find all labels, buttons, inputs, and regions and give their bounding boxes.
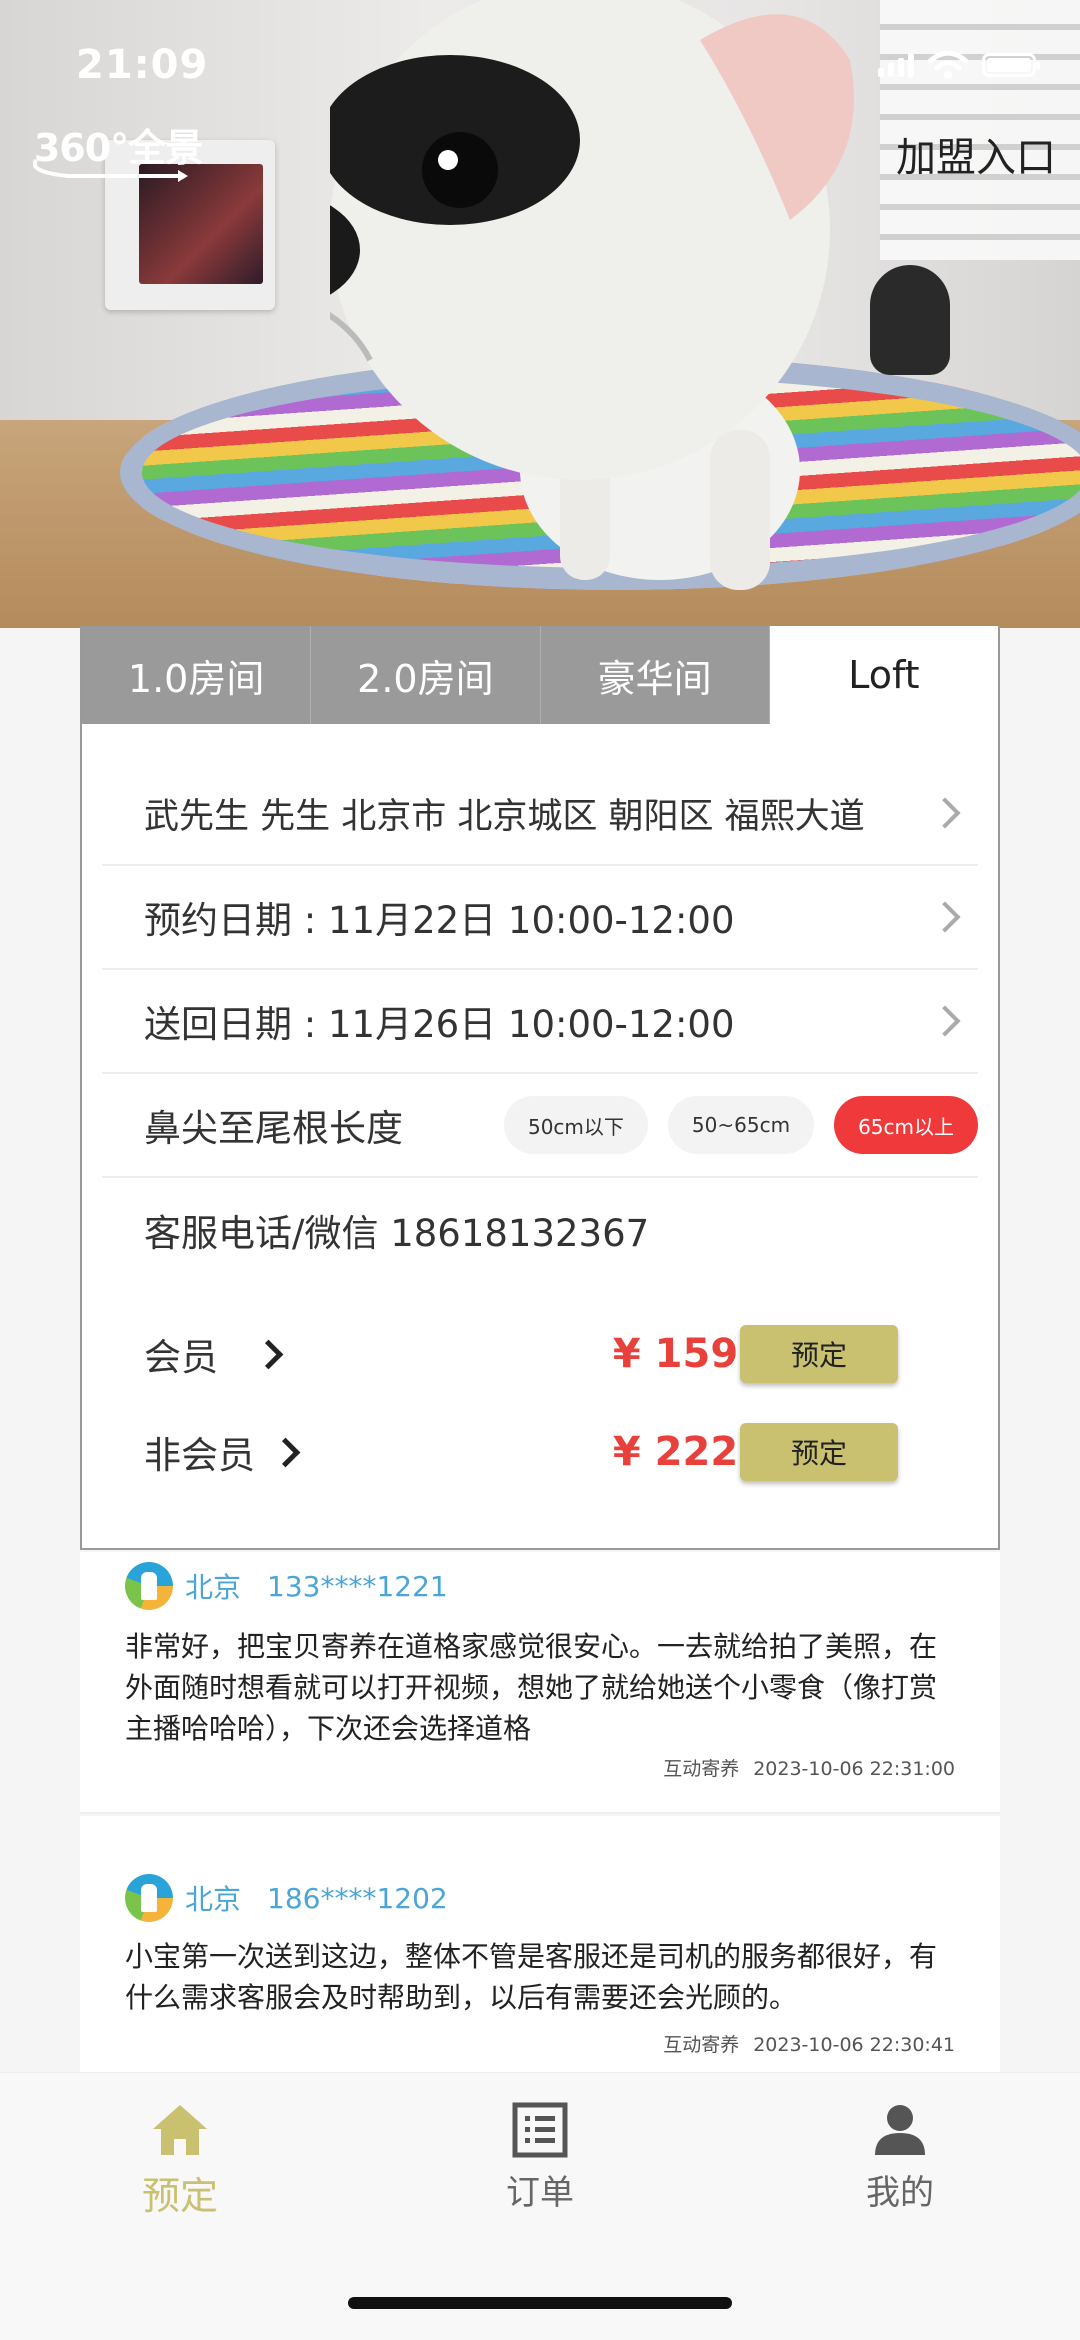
review-meta: 互动寄养 2023-10-06 22:30:41 bbox=[663, 2030, 955, 2057]
join-link[interactable]: 加盟入口 bbox=[896, 125, 1056, 183]
tab-room-1[interactable]: 1.0房间 bbox=[82, 626, 312, 724]
review-tag: 互动寄养 bbox=[663, 2034, 740, 2056]
tab-deluxe[interactable]: 豪华间 bbox=[540, 626, 770, 724]
pickup-date-row[interactable]: 预约日期 : 11月22日 10:00-12:00 bbox=[102, 866, 978, 970]
review-city: 北京 bbox=[185, 1883, 242, 1916]
review-header: 北京 186****1202 bbox=[125, 1874, 448, 1922]
address-text: 武先生 先生 北京市 北京城区 朝阳区 福熙大道 bbox=[144, 796, 865, 837]
review-card: 北京 133****1221 非常好，把宝贝寄养在道格家感觉很安心。一去就给拍了… bbox=[80, 1552, 1000, 1814]
non-member-price-row: 非会员 ¥ 2220 预定 bbox=[144, 1422, 944, 1482]
member-label: 会员 bbox=[144, 1336, 218, 1379]
tab-room-2[interactable]: 2.0房间 bbox=[311, 626, 541, 724]
tab-bar-orders-label: 订单 bbox=[506, 2173, 574, 2213]
hero-dog bbox=[330, 0, 854, 590]
tab-bar-book[interactable]: 预定 bbox=[80, 2101, 280, 2220]
home-icon bbox=[153, 2105, 207, 2155]
contact-text: 客服电话/微信 18618132367 bbox=[144, 1212, 650, 1255]
tab-bar-book-label: 预定 bbox=[141, 2174, 218, 2218]
length-row: 鼻尖至尾根长度 50cm以下 50~65cm 65cm以上 bbox=[102, 1074, 978, 1178]
chevron-right-icon bbox=[929, 797, 961, 829]
review-text: 非常好，把宝贝寄养在道格家感觉很安心。一去就给拍了美照，在外面随时想看就可以打开… bbox=[125, 1630, 938, 1745]
panorama-label: 360°全景 bbox=[33, 126, 203, 170]
person-icon bbox=[875, 2105, 925, 2155]
room-tabs: 1.0房间 2.0房间 豪华间 Loft bbox=[82, 626, 998, 724]
home-indicator bbox=[348, 2297, 732, 2309]
room-booking-card: 1.0房间 2.0房间 豪华间 Loft 武先生 先生 北京市 北京城区 朝阳区… bbox=[80, 626, 1000, 1550]
review-tag: 互动寄养 bbox=[663, 1758, 740, 1780]
tab-bar-mine-label: 我的 bbox=[866, 2173, 934, 2213]
length-option-50-65[interactable]: 50~65cm bbox=[667, 1096, 815, 1154]
length-options: 50cm以下 50~65cm 65cm以上 bbox=[503, 1096, 978, 1154]
avatar bbox=[125, 1562, 173, 1610]
tab-bar-orders[interactable]: 订单 bbox=[440, 2101, 640, 2214]
review-time: 2023-10-06 22:30:41 bbox=[753, 2034, 955, 2056]
status-icons bbox=[878, 50, 1040, 80]
panorama-button[interactable]: 360°全景 bbox=[28, 122, 208, 182]
avatar bbox=[125, 1874, 173, 1922]
status-time: 21:09 bbox=[76, 42, 209, 88]
return-date-row[interactable]: 送回日期 : 11月26日 10:00-12:00 bbox=[102, 970, 978, 1074]
return-date-text: 送回日期 : 11月26日 10:00-12:00 bbox=[144, 1003, 735, 1046]
review-user: 186****1202 bbox=[267, 1881, 448, 1915]
length-option-over-65[interactable]: 65cm以上 bbox=[834, 1096, 978, 1154]
length-option-under-50[interactable]: 50cm以下 bbox=[503, 1096, 648, 1154]
member-book-button[interactable]: 预定 bbox=[740, 1325, 898, 1383]
review-time: 2023-10-06 22:31:00 bbox=[753, 1758, 955, 1780]
non-member-label: 非会员 bbox=[144, 1434, 255, 1477]
contact-row: 客服电话/微信 18618132367 bbox=[102, 1178, 978, 1282]
review-user: 133****1221 bbox=[267, 1569, 448, 1603]
review-meta: 互动寄养 2023-10-06 22:31:00 bbox=[663, 1754, 955, 1781]
chevron-right-icon[interactable] bbox=[270, 1437, 301, 1467]
signal-icon bbox=[878, 53, 914, 77]
chevron-right-icon bbox=[929, 901, 961, 933]
pickup-date-text: 预约日期 : 11月22日 10:00-12:00 bbox=[144, 899, 735, 942]
chevron-right-icon[interactable] bbox=[253, 1339, 284, 1369]
review-header: 北京 133****1221 bbox=[125, 1562, 448, 1610]
tab-loft[interactable]: Loft bbox=[769, 626, 998, 724]
review-city: 北京 bbox=[185, 1571, 242, 1604]
length-label: 鼻尖至尾根长度 bbox=[144, 1107, 403, 1150]
address-row[interactable]: 武先生 先生 北京市 北京城区 朝阳区 福熙大道 bbox=[102, 762, 978, 866]
member-price-row: 会员 ¥ 1592 预定 bbox=[144, 1324, 944, 1384]
hero-panorama-image[interactable]: 21:09 360°全景 加盟入口 bbox=[0, 0, 1080, 628]
review-card: 北京 186****1202 小宝第一次送到这边，整体不管是客服还是司机的服务都… bbox=[80, 1816, 1000, 2072]
chevron-right-icon bbox=[929, 1005, 961, 1037]
battery-icon bbox=[982, 53, 1040, 77]
review-text: 小宝第一次送到这边，整体不管是客服还是司机的服务都很好，有什么需求客服会及时帮助… bbox=[125, 1940, 938, 2014]
tab-bar-mine[interactable]: 我的 bbox=[800, 2101, 1000, 2214]
wifi-icon bbox=[928, 51, 968, 79]
non-member-book-button[interactable]: 预定 bbox=[740, 1423, 898, 1481]
list-icon bbox=[512, 2102, 568, 2158]
